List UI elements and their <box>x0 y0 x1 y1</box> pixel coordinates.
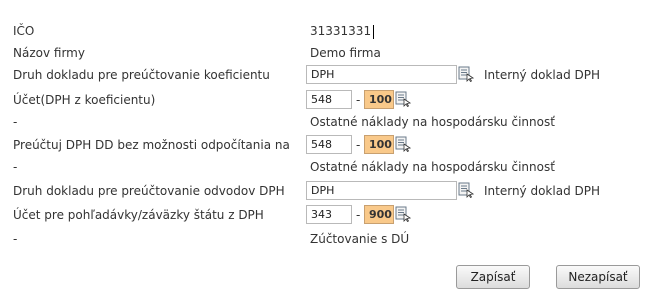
row-account-nodeduct-desc: - Ostatné náklady na hospodársku činnosť <box>0 156 656 178</box>
picker-icon[interactable] <box>458 182 474 198</box>
account-state-separator: - <box>356 208 361 222</box>
picker-icon[interactable] <box>395 136 411 152</box>
account-nodeduct-desc: Ostatné náklady na hospodársku činnosť <box>310 160 555 174</box>
row-account-state-desc: - Zúčtovanie s DÚ <box>0 228 656 250</box>
account-coef-syn-input[interactable]: 548 <box>306 90 352 109</box>
row-ico: IČO 31331331 <box>0 20 656 42</box>
doc-type-vat-desc: Interný doklad DPH <box>484 184 601 198</box>
save-button[interactable]: Zapísať <box>456 265 530 289</box>
account-nodeduct-label: Preúčtuj DPH DD bez možnosti odpočítania… <box>13 138 290 152</box>
cancel-button[interactable]: Nezapísať <box>556 265 640 289</box>
account-state-anal-input[interactable]: 900 <box>364 205 394 224</box>
account-nodeduct-syn-input[interactable]: 548 <box>306 135 352 154</box>
ico-label: IČO <box>13 24 35 38</box>
row-doc-type-vat: Druh dokladu pre preúčtovanie odvodov DP… <box>0 180 656 202</box>
doc-type-coef-input[interactable]: DPH <box>306 65 457 84</box>
row-doc-type-coef: Druh dokladu pre preúčtovanie koeficient… <box>0 64 656 86</box>
account-nodeduct-dash: - <box>13 160 18 174</box>
doc-type-coef-label: Druh dokladu pre preúčtovanie koeficient… <box>13 68 270 82</box>
row-firm-name: Názov firmy Demo firma <box>0 42 656 64</box>
picker-icon[interactable] <box>395 206 411 222</box>
account-state-desc: Zúčtovanie s DÚ <box>310 232 410 246</box>
account-state-dash: - <box>13 232 18 246</box>
doc-type-vat-label: Druh dokladu pre preúčtovanie odvodov DP… <box>13 184 285 198</box>
row-account-state: Účet pre pohľadávky/záväzky štátu z DPH … <box>0 204 656 226</box>
account-nodeduct-separator: - <box>356 138 361 152</box>
account-coef-dash: - <box>13 115 18 129</box>
picker-icon[interactable] <box>395 91 411 107</box>
account-coef-separator: - <box>356 93 361 107</box>
ico-value[interactable]: 31331331 <box>310 20 375 42</box>
doc-type-coef-desc: Interný doklad DPH <box>484 68 601 82</box>
doc-type-vat-input[interactable]: DPH <box>306 181 457 200</box>
account-coef-desc: Ostatné náklady na hospodársku činnosť <box>310 115 555 129</box>
account-coef-label: Účet(DPH z koeficientu) <box>13 93 156 107</box>
account-nodeduct-anal-input[interactable]: 100 <box>364 135 394 154</box>
account-state-syn-input[interactable]: 343 <box>306 205 352 224</box>
row-account-coef-desc: - Ostatné náklady na hospodársku činnosť <box>0 111 656 133</box>
text-cursor <box>373 24 375 39</box>
firm-name-value: Demo firma <box>310 46 381 60</box>
firm-name-label: Názov firmy <box>13 46 85 60</box>
account-coef-anal-input[interactable]: 100 <box>364 90 394 109</box>
row-account-nodeduct: Preúčtuj DPH DD bez možnosti odpočítania… <box>0 134 656 156</box>
row-account-coef: Účet(DPH z koeficientu) 548 - 100 <box>0 89 656 111</box>
account-state-label: Účet pre pohľadávky/záväzky štátu z DPH <box>13 208 264 222</box>
picker-icon[interactable] <box>458 66 474 82</box>
